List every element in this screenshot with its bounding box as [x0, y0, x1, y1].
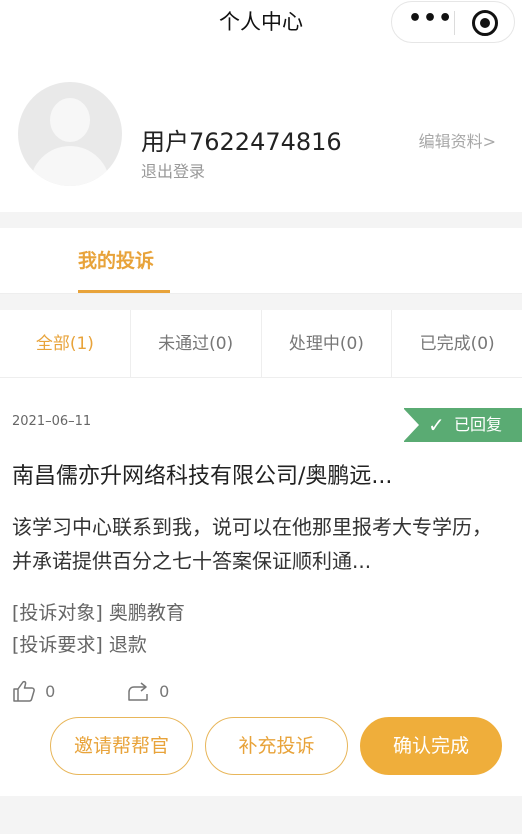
- tab-active-indicator: [78, 290, 170, 293]
- supplement-complaint-button[interactable]: 补充投诉: [205, 717, 348, 775]
- default-avatar-icon: [18, 82, 122, 186]
- mini-program-capsule: •••: [391, 1, 515, 43]
- complaint-card[interactable]: 2021–06–11 ✓ 已回复 南昌儒亦升网络科技有限公司/奥鹏远... 该学…: [0, 378, 522, 794]
- filter-rejected[interactable]: 未通过(0): [131, 310, 262, 377]
- thumbs-up-icon: [13, 680, 35, 702]
- status-badge: ✓ 已回复: [403, 408, 522, 442]
- status-filter-bar: 全部(1) 未通过(0) 处理中(0) 已完成(0): [0, 310, 522, 378]
- profile-section: 用户7622474816 退出登录 编辑资料>: [0, 44, 522, 212]
- username: 用户7622474816: [141, 128, 342, 156]
- share-icon: [128, 682, 148, 701]
- tab-bar: 我的投诉: [0, 228, 522, 294]
- capsule-divider: [454, 11, 455, 35]
- complaint-description: 该学习中心联系到我，说可以在他那里报考大专学历，并承诺提供百分之七十答案保证顺利…: [12, 515, 492, 573]
- confirm-complete-button[interactable]: 确认完成: [360, 717, 502, 775]
- invite-helper-button[interactable]: 邀请帮帮官: [50, 717, 193, 775]
- logout-link[interactable]: 退出登录: [141, 158, 205, 182]
- section-divider: [0, 294, 522, 310]
- checkmark-icon: ✓: [428, 413, 445, 437]
- filter-processing[interactable]: 处理中(0): [262, 310, 393, 377]
- complaint-request: [投诉要求] 退款: [12, 634, 147, 656]
- filter-completed[interactable]: 已完成(0): [392, 310, 522, 377]
- status-badge-label: 已回复: [454, 415, 503, 434]
- like-stat[interactable]: 0: [12, 680, 55, 704]
- like-count: 0: [45, 681, 56, 701]
- navigation-bar: 个人中心 •••: [0, 0, 522, 44]
- more-dots-icon[interactable]: •••: [408, 8, 452, 34]
- edit-profile-link[interactable]: 编辑资料>: [419, 128, 496, 152]
- avatar-body-shape: [30, 146, 110, 186]
- bottom-spacer: [0, 796, 522, 834]
- avatar-head-shape: [50, 98, 90, 142]
- section-divider: [0, 212, 522, 228]
- target-circle-icon[interactable]: [472, 10, 498, 36]
- complaint-target: [投诉对象] 奥鹏教育: [12, 602, 185, 624]
- share-stat[interactable]: 0: [126, 680, 169, 704]
- tab-my-complaints[interactable]: 我的投诉: [78, 246, 154, 273]
- share-count: 0: [159, 681, 170, 701]
- complaint-company: 南昌儒亦升网络科技有限公司/奥鹏远...: [12, 464, 393, 489]
- filter-all[interactable]: 全部(1): [0, 310, 131, 377]
- complaint-date: 2021–06–11: [12, 414, 92, 429]
